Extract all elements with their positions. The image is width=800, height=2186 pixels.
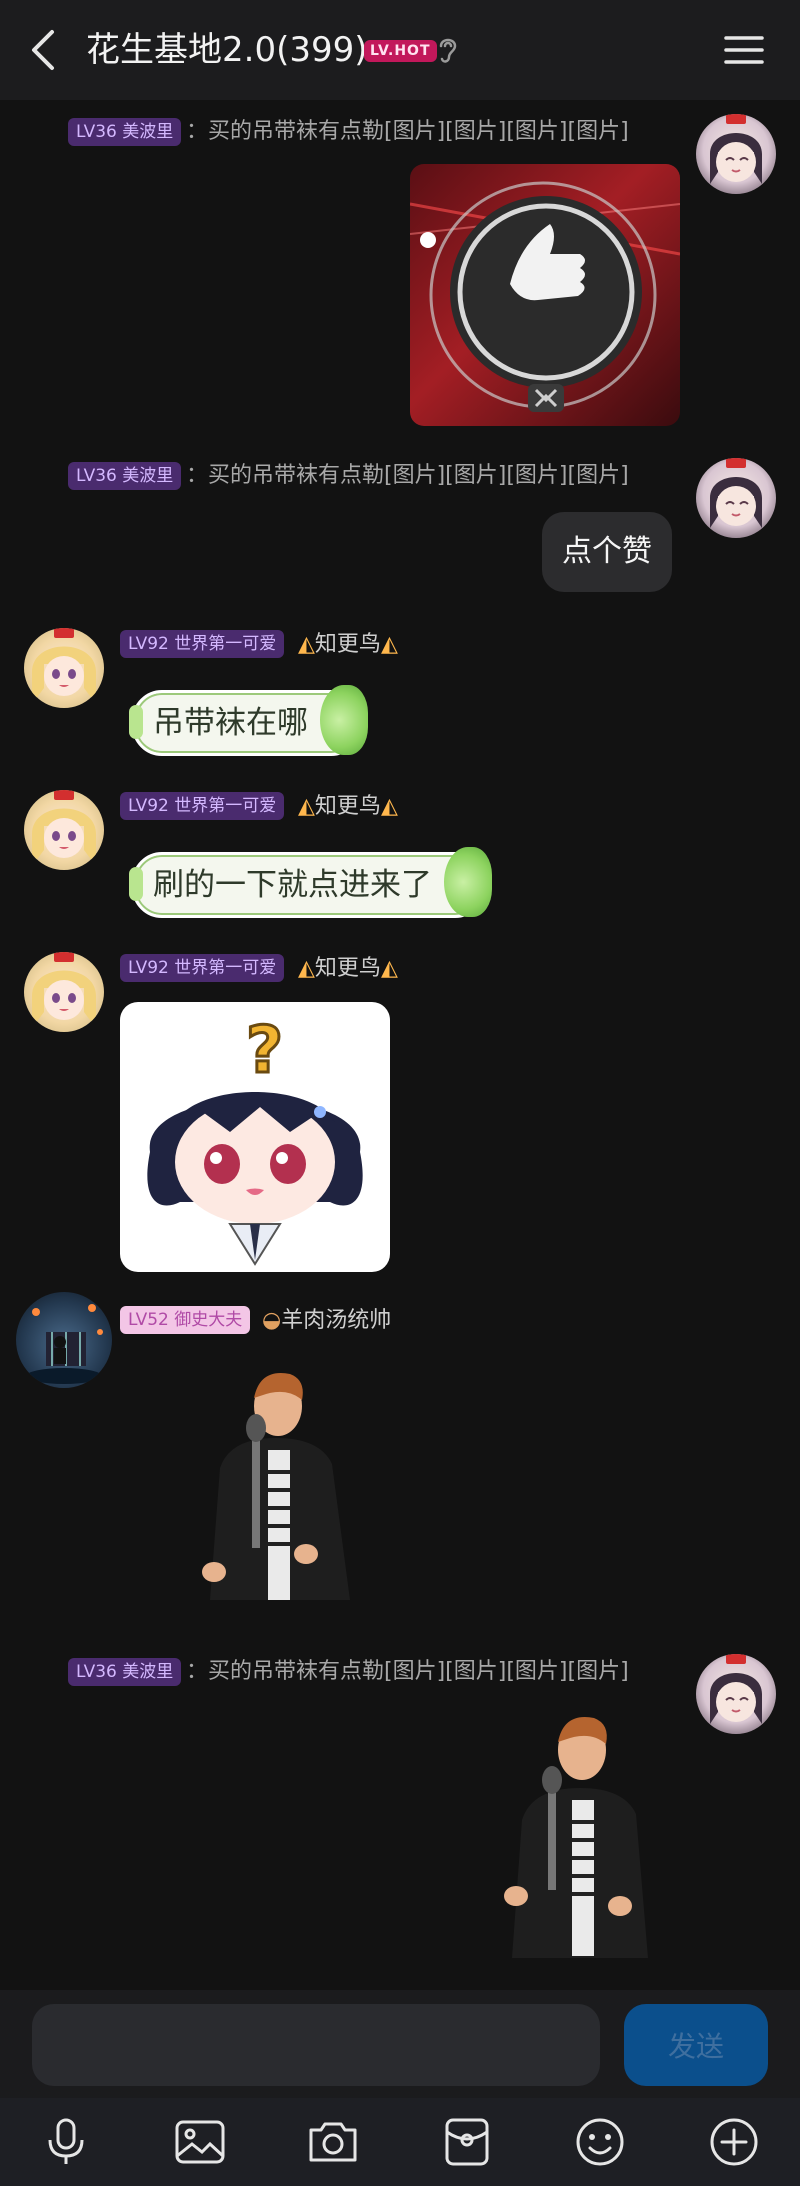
nickname-text: 知更鸟 [314,956,381,981]
hat-decoration [726,1654,746,1664]
send-button[interactable]: 发送 [624,2004,768,2086]
hat-decoration [726,458,746,468]
pizza-icon: ◭ [298,794,315,819]
nickname-text: 知更鸟 [314,632,381,657]
hamburger-menu-icon[interactable] [722,30,766,70]
avatar[interactable] [696,458,776,538]
level-tag: LV36 美波里 [68,118,182,146]
avatar[interactable] [696,114,776,194]
level-tag: LV92 世界第一可爱 [120,792,285,820]
avatar[interactable] [696,1654,776,1734]
bottom-toolbar [0,2098,800,2186]
red-packet-icon[interactable] [439,2114,495,2170]
avatar[interactable] [24,790,104,870]
avatar[interactable] [24,952,104,1032]
emoji-icon[interactable] [572,2114,628,2170]
level-tag: LV52 御史大夫 [120,1306,251,1334]
rick-dance-gif[interactable] [488,1710,668,1970]
rick-dance-gif[interactable] [190,1368,370,1616]
cabbage-leaf-decoration [129,705,143,739]
hat-decoration [54,790,74,800]
chat-header: 花生基地2.0(399) LV.HOT [0,0,800,100]
plus-circle-icon[interactable] [706,2114,762,2170]
camera-icon[interactable] [305,2114,361,2170]
cabbage-leaf-decoration [320,685,368,755]
hat-decoration [54,628,74,638]
back-chevron-icon[interactable] [22,26,66,74]
nickname[interactable]: ◒羊肉汤统帅 [262,1305,391,1337]
forwarded-text[interactable]: ：买的吊带袜有点勒[图片][图片][图片][图片] [186,116,629,148]
bubble-text: 吊带袜在哪 [153,705,308,741]
hat-decoration [54,952,74,962]
message-input[interactable] [32,2004,600,2086]
pizza-icon: ◭ [380,794,398,819]
nickname-text: 羊肉汤统帅 [281,1308,392,1333]
nickname[interactable]: ◭知更鸟◭ [298,629,398,661]
pizza-icon: ◭ [380,632,398,657]
pizza-icon: ◭ [380,956,398,981]
nickname[interactable]: ◭知更鸟◭ [298,953,398,985]
text-bubble[interactable]: 点个赞 [542,512,672,592]
nickname-text: 知更鸟 [314,794,381,819]
forwarded-text[interactable]: ：买的吊带袜有点勒[图片][图片][图片][图片] [186,1656,629,1688]
cabbage-leaf-decoration [444,847,492,917]
pizza-icon: ◭ [298,632,315,657]
question-mark: ? [246,1014,283,1088]
nickname[interactable]: ◭知更鸟◭ [298,791,398,823]
cabbage-bubble[interactable]: 刷的一下就点进来了 [129,847,492,918]
soup-icon: ◒ [262,1308,282,1333]
message-input-bar: 发送 [0,1990,800,2098]
cabbage-bubble[interactable]: 吊带袜在哪 [129,685,368,756]
group-level-badge: LV.HOT [364,40,437,62]
forwarded-text[interactable]: ：买的吊带袜有点勒[图片][图片][图片][图片] [186,460,629,492]
cabbage-leaf-decoration [129,867,143,901]
level-tag: LV36 美波里 [68,462,182,490]
sticker-message[interactable]: ? [120,1002,390,1272]
image-message[interactable] [410,164,680,426]
level-tag: LV36 美波里 [68,1658,182,1686]
bubble-text: 刷的一下就点进来了 [153,867,432,903]
avatar[interactable] [16,1292,112,1388]
microphone-icon[interactable] [38,2114,94,2170]
level-tag: LV92 世界第一可爱 [120,954,285,982]
level-tag: LV92 世界第一可爱 [120,630,285,658]
pizza-icon: ◭ [298,956,315,981]
hat-decoration [726,114,746,124]
ear-icon[interactable] [434,34,462,68]
image-icon[interactable] [172,2114,228,2170]
chat-title[interactable]: 花生基地2.0(399) [86,26,368,74]
avatar[interactable] [24,628,104,708]
